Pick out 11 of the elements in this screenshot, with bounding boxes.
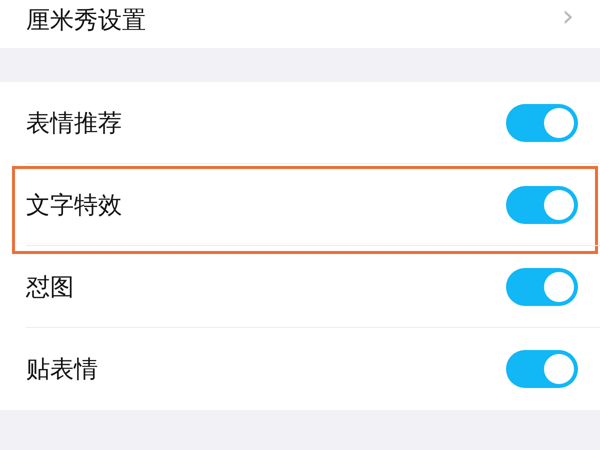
row-label: 怼图 bbox=[26, 272, 74, 303]
toggle-switch[interactable] bbox=[506, 186, 578, 224]
row-label: 贴表情 bbox=[26, 354, 98, 385]
row-label: 文字特效 bbox=[26, 190, 122, 221]
row-label: 表情推荐 bbox=[26, 108, 122, 139]
toggle-switch[interactable] bbox=[506, 268, 578, 306]
row-label: 厘米秀设置 bbox=[26, 5, 146, 36]
toggle-switch[interactable] bbox=[506, 350, 578, 388]
toggle-switch[interactable] bbox=[506, 104, 578, 142]
settings-row[interactable]: 厘米秀设置 › bbox=[0, 0, 600, 48]
chevron-icon: › bbox=[562, 2, 574, 32]
